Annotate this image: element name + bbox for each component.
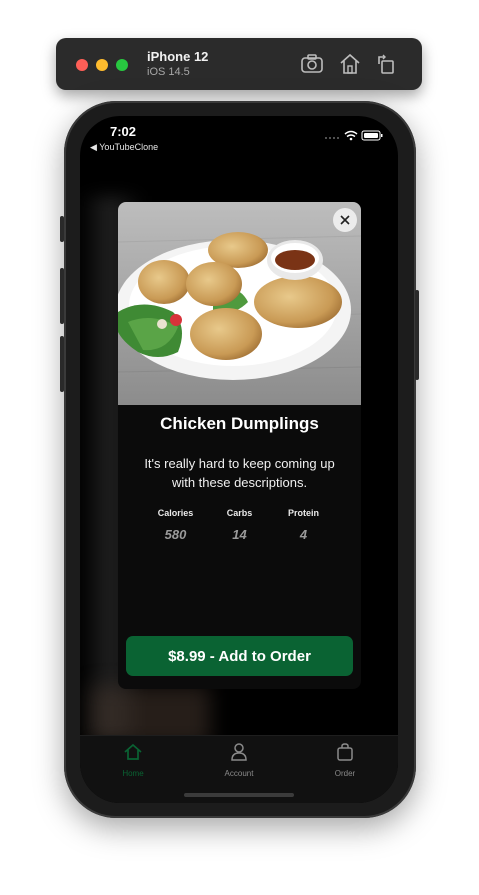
screenshot-icon[interactable] bbox=[300, 52, 324, 76]
wifi-icon bbox=[344, 130, 358, 138]
tab-home[interactable]: Home bbox=[98, 742, 168, 778]
device-name: iPhone 12 bbox=[147, 49, 209, 64]
protein-label: Protein bbox=[287, 508, 319, 518]
volume-down-button bbox=[60, 336, 64, 392]
add-to-order-button[interactable]: $8.99 - Add to Order bbox=[126, 636, 353, 676]
phone-screen: 7:02 ◀ YouTubeClone Chicken Dumplings It… bbox=[80, 116, 398, 803]
calories-label: Calories bbox=[157, 508, 194, 518]
nutrition-values: 580 14 4 bbox=[118, 527, 361, 542]
product-modal: Chicken Dumplings It's really hard to ke… bbox=[118, 202, 361, 689]
close-modal-button[interactable] bbox=[333, 208, 357, 232]
mute-switch bbox=[60, 216, 64, 242]
status-indicators bbox=[324, 128, 384, 146]
minimize-window-button[interactable] bbox=[96, 59, 108, 71]
back-to-app-link[interactable]: ◀ YouTubeClone bbox=[90, 142, 158, 153]
tab-order-label: Order bbox=[334, 769, 356, 778]
carbs-label: Carbs bbox=[226, 508, 253, 518]
home-icon bbox=[124, 743, 142, 760]
os-version: iOS 14.5 bbox=[147, 66, 190, 78]
power-button bbox=[415, 290, 419, 380]
home-icon[interactable] bbox=[338, 52, 362, 76]
bag-icon bbox=[337, 743, 353, 761]
simulator-toolbar: iPhone 12 iOS 14.5 bbox=[56, 38, 422, 90]
product-description: It's really hard to keep coming up with … bbox=[144, 456, 335, 490]
home-indicator bbox=[184, 793, 294, 797]
cellular-icon bbox=[325, 137, 339, 139]
battery-icon bbox=[361, 130, 383, 141]
volume-up-button bbox=[60, 268, 64, 324]
tab-order[interactable]: Order bbox=[310, 742, 380, 778]
carbs-value: 14 bbox=[232, 527, 247, 542]
close-window-button[interactable] bbox=[76, 59, 88, 71]
calories-value: 580 bbox=[164, 527, 187, 542]
close-icon bbox=[340, 215, 350, 225]
zoom-window-button[interactable] bbox=[116, 59, 128, 71]
tab-account-label: Account bbox=[224, 769, 254, 778]
tab-home-label: Home bbox=[122, 769, 144, 778]
product-title: Chicken Dumplings bbox=[160, 414, 319, 433]
tab-account[interactable]: Account bbox=[204, 742, 274, 778]
person-icon bbox=[231, 743, 247, 761]
protein-value: 4 bbox=[299, 527, 308, 542]
nutrition-labels: Calories Carbs Protein bbox=[118, 508, 361, 518]
rotate-icon[interactable] bbox=[374, 52, 398, 76]
product-photo bbox=[118, 202, 361, 405]
status-time: 7:02 bbox=[110, 124, 137, 139]
